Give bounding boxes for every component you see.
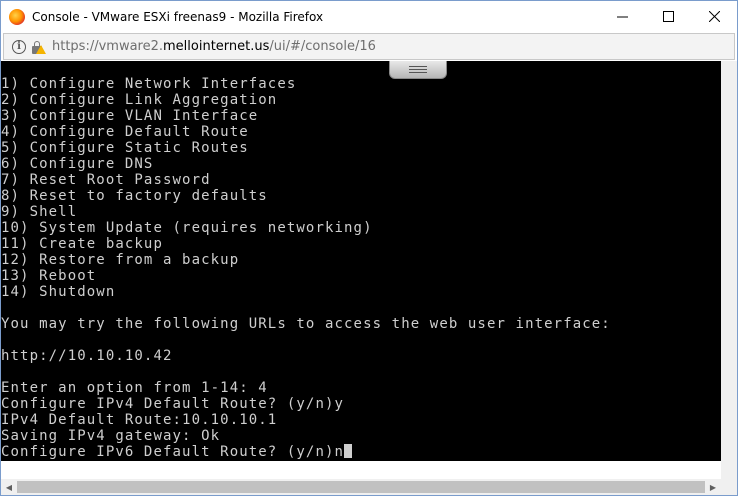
url-prefix: https://vmware2. — [52, 39, 164, 54]
console-line: You may try the following URLs to access… — [1, 316, 611, 332]
info-icon[interactable]: i — [12, 39, 26, 54]
console-line: 5) Configure Static Routes — [1, 140, 249, 156]
horizontal-scrollbar[interactable]: ◀ ▶ — [1, 479, 721, 495]
window-title: Console - VMware ESXi freenas9 - Mozilla… — [32, 9, 324, 24]
close-button[interactable] — [691, 1, 737, 32]
url-domain: mellointernet.us — [163, 39, 270, 54]
maximize-button[interactable] — [645, 1, 691, 32]
close-icon — [708, 11, 720, 22]
minimize-icon — [616, 16, 628, 18]
vertical-scrollbar[interactable] — [721, 61, 737, 480]
title-bar[interactable]: Console - VMware ESXi freenas9 - Mozilla… — [1, 1, 737, 32]
console-line: 10) System Update (requires networking) — [1, 220, 373, 236]
console-output: 1) Configure Network Interfaces 2) Config… — [1, 76, 611, 460]
console-line: 13) Reboot — [1, 268, 97, 284]
console-gutter — [1, 461, 721, 479]
vm-console[interactable]: 1) Configure Network Interfaces 2) Config… — [1, 61, 721, 461]
url-suffix: /ui/#/console/16 — [269, 39, 376, 54]
console-line: 7) Reset Root Password — [1, 172, 211, 188]
console-handle-icon[interactable] — [389, 61, 447, 79]
scroll-left-icon[interactable]: ◀ — [1, 479, 17, 495]
minimize-button[interactable] — [599, 1, 645, 32]
console-line: 3) Configure VLAN Interface — [1, 108, 259, 124]
address-bar[interactable]: i https://vmware2.mellointernet.us/ui/#/… — [3, 33, 735, 60]
cursor-icon — [344, 444, 353, 458]
maximize-icon — [662, 11, 674, 22]
console-line: IPv4 Default Route:10.10.10.1 — [1, 412, 278, 428]
console-line: 6) Configure DNS — [1, 156, 154, 172]
console-line: Enter an option from 1-14: 4 — [1, 380, 268, 396]
browser-window: Console - VMware ESXi freenas9 - Mozilla… — [0, 0, 738, 496]
url-text[interactable]: https://vmware2.mellointernet.us/ui/#/co… — [52, 39, 376, 54]
console-line: http://10.10.10.42 — [1, 348, 173, 364]
console-line: 1) Configure Network Interfaces — [1, 76, 297, 92]
console-line: Configure IPv6 Default Route? (y/n)n — [1, 444, 611, 460]
window-controls — [599, 1, 737, 32]
firefox-icon — [9, 8, 25, 25]
console-line: 12) Restore from a backup — [1, 252, 240, 268]
console-line: 14) Shutdown — [1, 284, 116, 300]
console-line: 8) Reset to factory defaults — [1, 188, 268, 204]
scrollbar-corner — [721, 479, 737, 495]
console-line: 11) Create backup — [1, 236, 163, 252]
console-line: Saving IPv4 gateway: Ok — [1, 428, 221, 444]
console-line: 9) Shell — [1, 204, 78, 220]
console-line: Configure IPv4 Default Route? (y/n)y — [1, 396, 345, 412]
insecure-lock-icon[interactable] — [30, 40, 46, 54]
horizontal-scroll-thumb[interactable] — [17, 481, 705, 493]
console-line: 2) Configure Link Aggregation — [1, 92, 278, 108]
scroll-right-icon[interactable]: ▶ — [705, 479, 721, 495]
console-line: 4) Configure Default Route — [1, 124, 249, 140]
